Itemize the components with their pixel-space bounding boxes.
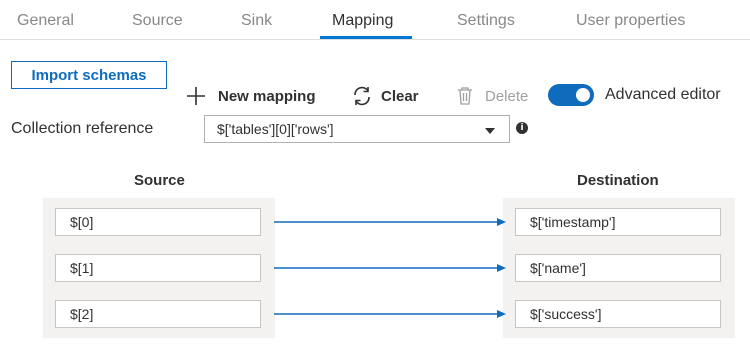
mapping-arrow [274,310,506,318]
mapping-arrow [274,264,506,272]
mapping-arrows [274,218,506,318]
mapping-arrow [274,218,506,226]
